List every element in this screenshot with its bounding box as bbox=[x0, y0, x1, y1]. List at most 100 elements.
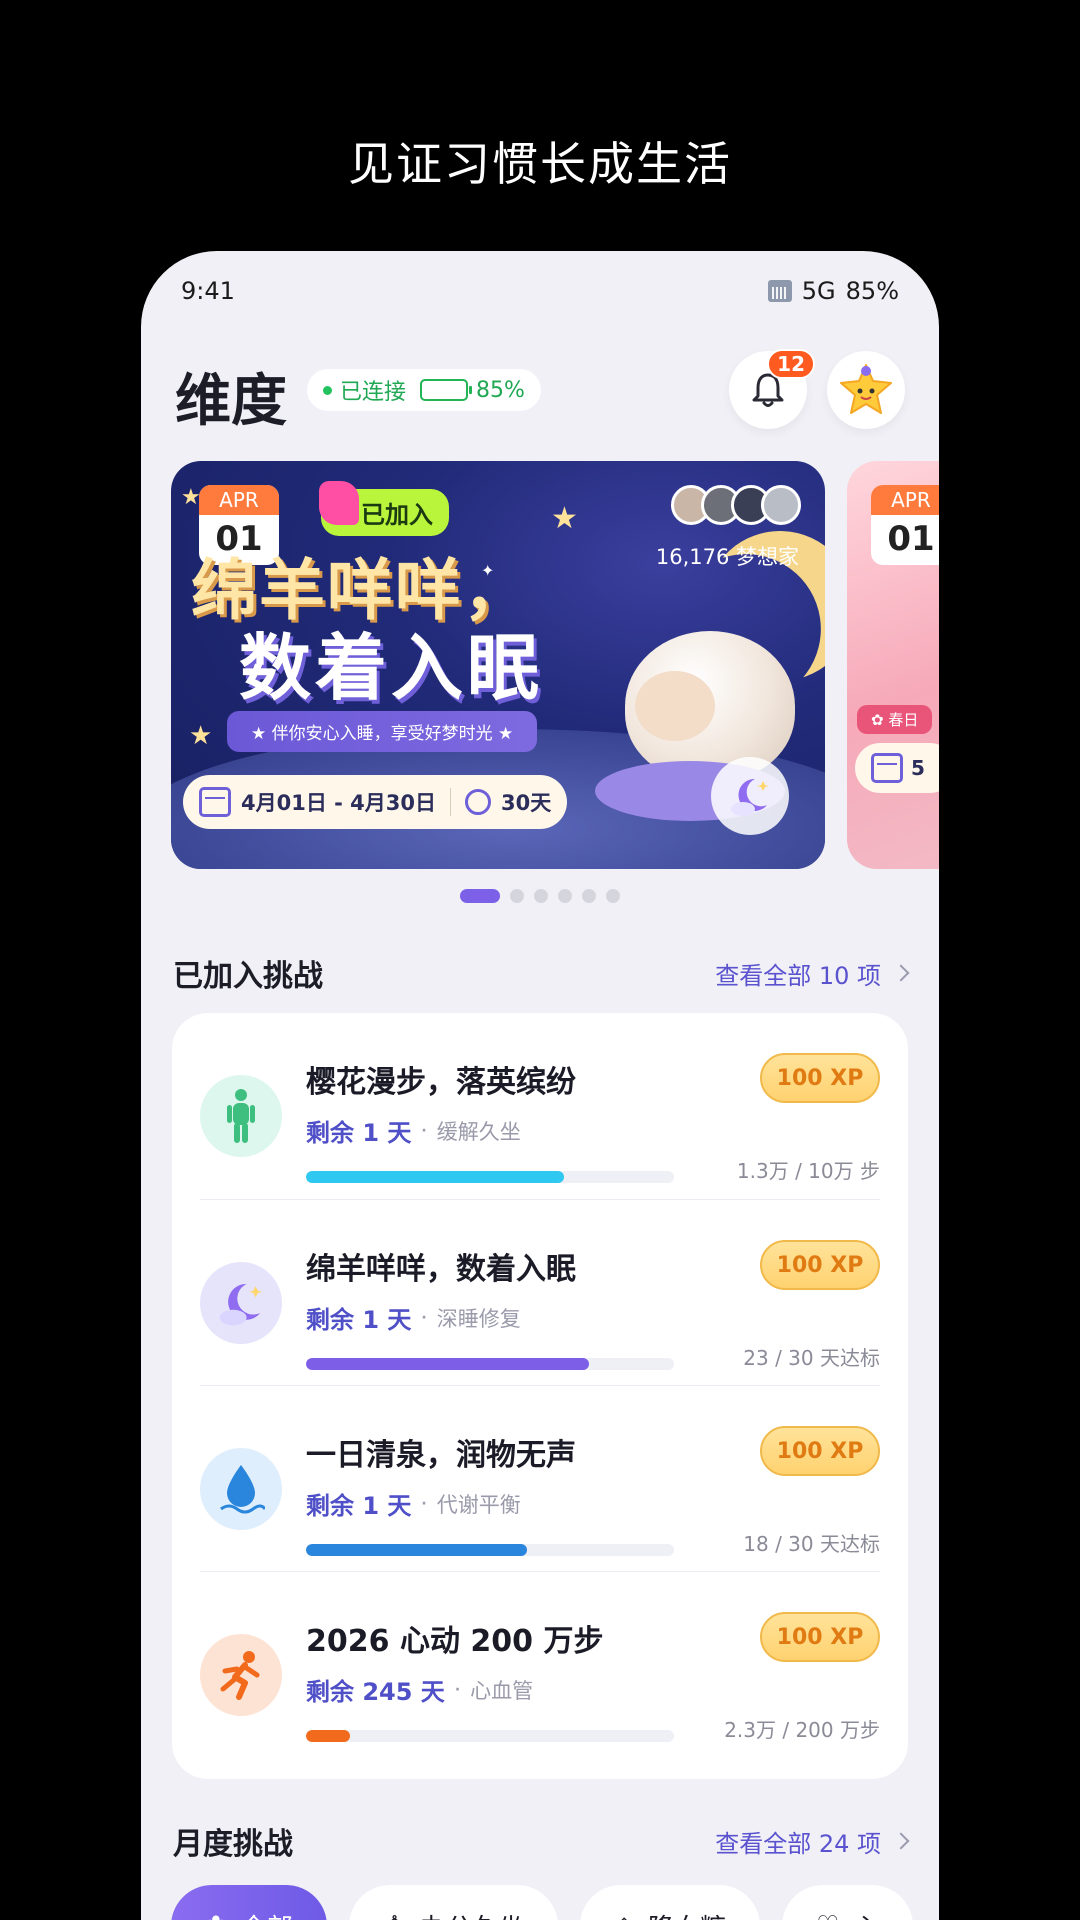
challenge-meta: 剩余 1 天 · 代谢平衡 bbox=[306, 1486, 521, 1521]
filter-chip-heart[interactable]: ♡ 心 bbox=[782, 1885, 914, 1920]
carousel-dot[interactable] bbox=[460, 889, 500, 903]
banner-month: APR bbox=[871, 485, 939, 515]
progress-fill bbox=[306, 1171, 564, 1183]
xp-reward-badge[interactable]: 100 XP bbox=[760, 1053, 880, 1103]
banner-title-line2: 数着入眠 bbox=[239, 626, 544, 710]
challenge-banner-sakura[interactable]: APR 01 ✿ 春日 5 bbox=[847, 461, 939, 869]
challenge-title: 绵羊咩咩，数着入眠 bbox=[306, 1252, 576, 1287]
filter-chip-all[interactable]: ✿ 全部 bbox=[171, 1885, 327, 1920]
flag-icon bbox=[319, 481, 359, 525]
banner-date-text: 5 bbox=[911, 756, 925, 780]
filter-chip-office[interactable]: ♙ 办公久坐 bbox=[348, 1885, 559, 1920]
xp-reward-badge[interactable]: 100 XP bbox=[760, 1240, 880, 1290]
app-header: 维度 已连接 85% 12 bbox=[175, 346, 905, 436]
sleep-moon-button[interactable] bbox=[711, 757, 789, 835]
device-battery-icon bbox=[420, 379, 473, 401]
challenge-remaining: 剩余 1 天 bbox=[306, 1492, 412, 1520]
notifications-button[interactable]: 12 bbox=[729, 349, 815, 429]
challenge-tag: 代谢平衡 bbox=[436, 1492, 521, 1517]
member-avatars bbox=[671, 485, 801, 525]
status-bar: 9:41 5G 85% bbox=[141, 251, 939, 341]
water-drop-icon bbox=[200, 1448, 282, 1530]
clock-icon bbox=[465, 789, 492, 815]
member-count: 16,176 梦想家 bbox=[655, 545, 799, 569]
banner-tagline: ★ 伴你安心入睡，享受好梦时光 ★ bbox=[227, 711, 538, 752]
monthly-view-all-link[interactable]: 查看全部 24 项 bbox=[715, 1824, 910, 1859]
challenge-progress-bar bbox=[306, 1730, 674, 1742]
star-avatar-icon bbox=[840, 364, 892, 414]
progress-fill bbox=[306, 1544, 527, 1556]
connection-label: 已连接 bbox=[340, 380, 407, 405]
banner-date-pill: 4月01日 - 4月30日 30天 bbox=[183, 775, 568, 829]
separator-dot: · bbox=[421, 1309, 427, 1326]
carousel-dot[interactable] bbox=[510, 889, 524, 903]
moon-cloud-icon bbox=[731, 778, 769, 816]
separator-dot: · bbox=[421, 1122, 427, 1139]
divider bbox=[450, 788, 452, 816]
status-time: 9:41 bbox=[181, 277, 235, 305]
xp-reward-badge[interactable]: 100 XP bbox=[760, 1612, 880, 1662]
joined-label: 已加入 bbox=[361, 501, 433, 529]
banner-month: APR bbox=[199, 485, 279, 515]
challenge-title: 2026 心动 200 万步 bbox=[306, 1624, 604, 1659]
banner-day: 01 bbox=[887, 519, 935, 559]
walking-person-icon bbox=[200, 1075, 282, 1157]
star-icon: ★ bbox=[181, 485, 201, 510]
banner-tag-text: 春日 bbox=[888, 711, 919, 729]
challenge-row[interactable]: 一日清泉，润物无声 剩余 1 天 · 代谢平衡 100 XP 18 / 30 天… bbox=[200, 1385, 880, 1571]
chevron-right-icon bbox=[892, 1832, 910, 1850]
challenge-row[interactable]: 2026 心动 200 万步 剩余 245 天 · 心血管 100 XP 2.3… bbox=[200, 1571, 880, 1757]
banner-date-pill: 5 bbox=[855, 743, 939, 793]
joined-badge: 已加入 bbox=[319, 481, 449, 536]
monthly-filter-chips: ✿ 全部 ♙ 办公久坐 ◇ 降血糖 ♡ 心 bbox=[171, 1885, 914, 1920]
sheep-face bbox=[635, 671, 715, 741]
running-person-icon bbox=[200, 1634, 282, 1716]
carousel-dot[interactable] bbox=[558, 889, 572, 903]
chip-label: 办公久坐 bbox=[420, 1908, 524, 1920]
view-all-label: 查看全部 10 项 bbox=[715, 961, 881, 990]
challenge-progress-bar bbox=[306, 1358, 674, 1370]
chip-label: 降血糖 bbox=[648, 1908, 726, 1920]
joined-section-header: 已加入挑战 查看全部 10 项 bbox=[173, 951, 910, 995]
challenge-meta: 剩余 1 天 · 深睡修复 bbox=[306, 1300, 521, 1335]
progress-fill bbox=[306, 1358, 590, 1370]
progress-fill bbox=[306, 1730, 351, 1742]
filter-chip-glucose[interactable]: ◇ 降血糖 bbox=[580, 1885, 761, 1920]
promo-headline: 见证习惯长成生活 bbox=[348, 137, 732, 191]
carousel-dot[interactable] bbox=[606, 889, 620, 903]
banner-date-tag: APR 01 bbox=[871, 485, 939, 565]
notification-badge: 12 bbox=[767, 349, 815, 379]
phone-battery: 85% bbox=[845, 277, 899, 305]
member-avatar bbox=[761, 485, 801, 525]
joined-challenges-card: 樱花漫步，落英缤纷 剩余 1 天 · 缓解久坐 100 XP 1.3万 / 10… bbox=[172, 1013, 908, 1779]
joined-view-all-link[interactable]: 查看全部 10 项 bbox=[715, 956, 910, 991]
carousel-dot[interactable] bbox=[582, 889, 596, 903]
progress-count: 2.3万 / 200 万步 bbox=[724, 1718, 880, 1742]
banner-duration: 30天 bbox=[501, 791, 552, 815]
xp-reward-badge[interactable]: 100 XP bbox=[760, 1426, 880, 1476]
challenge-remaining: 剩余 1 天 bbox=[306, 1119, 412, 1147]
phone-screen: 9:41 5G 85% 维度 已连接 85% 12 ★ ★ ✦ ★ APR 01… bbox=[141, 251, 939, 1920]
progress-count: 23 / 30 天达标 bbox=[743, 1346, 880, 1370]
carousel-indicator bbox=[141, 889, 939, 903]
challenge-banner-sheep[interactable]: ★ ★ ✦ ★ APR 01 已加入 绵羊咩咩， 数着入眠 ★ 伴你安心入睡，享… bbox=[171, 461, 825, 869]
progress-count: 18 / 30 天达标 bbox=[743, 1532, 880, 1556]
monthly-section-title: 月度挑战 bbox=[173, 1827, 293, 1862]
challenge-tag: 心血管 bbox=[470, 1678, 534, 1703]
carousel-dot[interactable] bbox=[534, 889, 548, 903]
chip-label: 心 bbox=[853, 1908, 879, 1920]
challenge-title: 樱花漫步，落英缤纷 bbox=[306, 1065, 576, 1100]
network-type: 5G bbox=[801, 277, 836, 305]
challenge-row[interactable]: 樱花漫步，落英缤纷 剩余 1 天 · 缓解久坐 100 XP 1.3万 / 10… bbox=[200, 1013, 880, 1199]
profile-avatar[interactable] bbox=[827, 351, 905, 429]
challenge-tag: 深睡修复 bbox=[436, 1306, 521, 1331]
challenge-row[interactable]: 绵羊咩咩，数着入眠 剩余 1 天 · 深睡修复 100 XP 23 / 30 天… bbox=[200, 1199, 880, 1385]
monthly-section-header: 月度挑战 查看全部 24 项 bbox=[173, 1819, 910, 1863]
challenge-meta: 剩余 1 天 · 缓解久坐 bbox=[306, 1113, 521, 1148]
star-icon: ★ bbox=[551, 501, 578, 536]
joined-section-title: 已加入挑战 bbox=[173, 959, 323, 994]
device-connection-pill[interactable]: 已连接 85% bbox=[307, 369, 541, 411]
chair-icon: ♙ bbox=[383, 1911, 406, 1920]
star-icon: ★ bbox=[189, 721, 213, 751]
progress-count: 1.3万 / 10万 步 bbox=[736, 1159, 880, 1183]
